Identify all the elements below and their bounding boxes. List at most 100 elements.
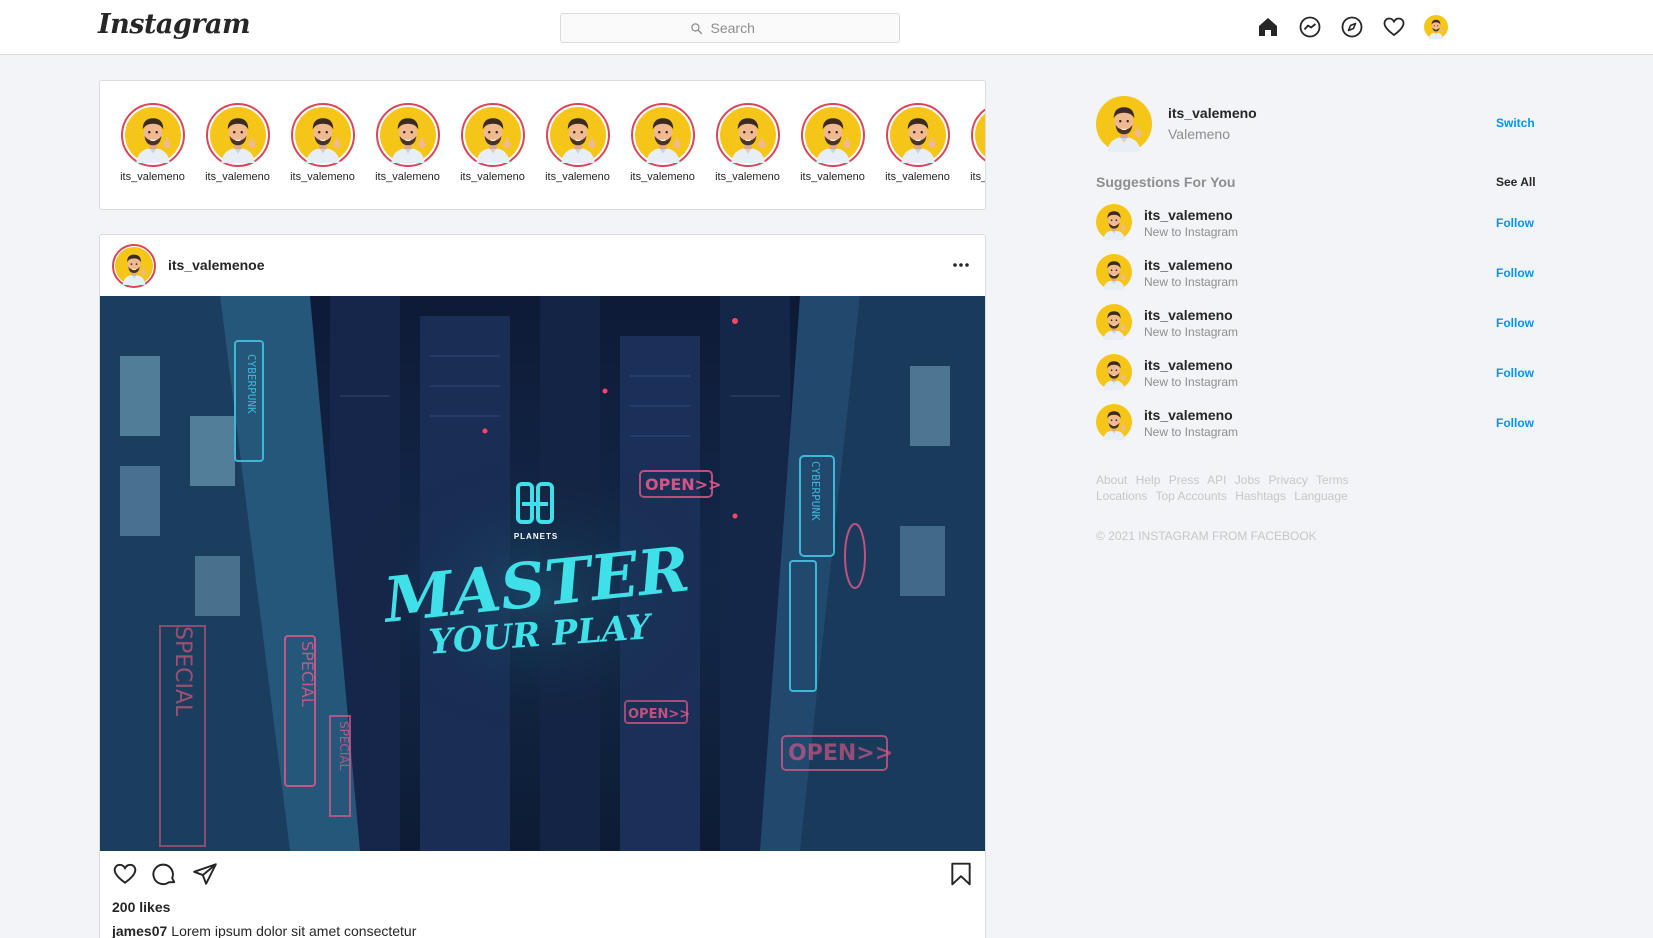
story-username: its_valemeno	[205, 171, 270, 183]
suggestion-item: its_valemeno New to Instagram Follow	[1096, 304, 1536, 340]
story-username: its_valemeno	[120, 171, 185, 183]
messenger-icon[interactable]	[1297, 14, 1323, 40]
footer-link-terms[interactable]: Terms	[1316, 473, 1349, 487]
footer-link-top-accounts[interactable]: Top Accounts	[1156, 489, 1227, 503]
story-avatar	[630, 103, 695, 167]
profile-avatar[interactable]	[1423, 14, 1449, 40]
footer-link-help[interactable]: Help	[1136, 473, 1161, 487]
follow-button[interactable]: Follow	[1496, 416, 1534, 430]
post-actions	[100, 857, 985, 897]
suggestion-subtitle: New to Instagram	[1144, 225, 1239, 239]
story-item[interactable]: its_valemeno	[110, 103, 195, 183]
follow-button[interactable]: Follow	[1496, 266, 1534, 280]
follow-button[interactable]: Follow	[1496, 366, 1534, 380]
post-author-username[interactable]: its_valemenoe	[168, 257, 265, 273]
suggestion-item: its_valemeno New to Instagram Follow	[1096, 254, 1536, 290]
story-username: its_valemeno	[375, 171, 440, 183]
like-heart-icon[interactable]	[112, 861, 140, 889]
story-item[interactable]: its_valemeno	[535, 103, 620, 183]
nav-icons	[1255, 14, 1465, 40]
neon-sign: CYBERPUNK	[245, 354, 258, 414]
story-username: its_valemeno	[800, 171, 865, 183]
suggestion-avatar[interactable]	[1096, 254, 1132, 290]
suggestion-username[interactable]: its_valemeno	[1144, 207, 1233, 223]
suggestion-avatar[interactable]	[1096, 404, 1132, 440]
neon-sign: SPECIAL	[170, 626, 195, 717]
suggestion-username[interactable]: its_valemeno	[1144, 357, 1233, 373]
footer-link-jobs[interactable]: Jobs	[1235, 473, 1260, 487]
story-item[interactable]: its_valemeno	[960, 103, 985, 183]
story-username: its_valemeno	[715, 171, 780, 183]
switch-account-button[interactable]: Switch	[1496, 116, 1535, 130]
post-header: its_valemenoe	[100, 235, 985, 297]
follow-button[interactable]: Follow	[1496, 216, 1534, 230]
story-username: its_valemeno	[545, 171, 610, 183]
suggestion-item: its_valemeno New to Instagram Follow	[1096, 354, 1536, 390]
search-box[interactable]	[560, 13, 900, 43]
suggestion-subtitle: New to Instagram	[1144, 425, 1239, 439]
stories-tray: its_valemeno its_valemeno its_valemeno i…	[99, 80, 986, 210]
story-avatar	[545, 103, 610, 167]
neon-sign: OPEN>>	[645, 475, 721, 494]
explore-icon[interactable]	[1339, 14, 1365, 40]
suggestion-subtitle: New to Instagram	[1144, 325, 1239, 339]
suggestion-avatar[interactable]	[1096, 204, 1132, 240]
neon-sign: OPEN>>	[788, 741, 893, 766]
footer-link-about[interactable]: About	[1096, 473, 1127, 487]
comment-icon[interactable]	[152, 861, 180, 889]
suggestion-subtitle: New to Instagram	[1144, 275, 1239, 289]
more-options-icon[interactable]	[949, 253, 973, 277]
instagram-logo[interactable]: Instagram	[98, 9, 251, 40]
footer-link-hashtags[interactable]: Hashtags	[1235, 489, 1286, 503]
share-icon[interactable]	[192, 861, 220, 889]
post-caption: james07 Lorem ipsum dolor sit amet consec…	[112, 923, 416, 938]
current-user-username[interactable]: its_valemeno	[1168, 105, 1257, 121]
suggestion-avatar[interactable]	[1096, 354, 1132, 390]
post-author-avatar[interactable]	[112, 244, 156, 288]
suggestion-avatar[interactable]	[1096, 304, 1132, 340]
suggestion-username[interactable]: its_valemeno	[1144, 307, 1233, 323]
story-avatar	[800, 103, 865, 167]
suggestion-item: its_valemeno New to Instagram Follow	[1096, 204, 1536, 240]
story-item[interactable]: its_valemeno	[365, 103, 450, 183]
story-item[interactable]: its_valemeno	[790, 103, 875, 183]
suggestion-username[interactable]: its_valemeno	[1144, 407, 1233, 423]
footer-link-locations[interactable]: Locations	[1096, 489, 1147, 503]
top-navigation-bar: Instagram	[0, 0, 1653, 55]
footer-link-language[interactable]: Language	[1294, 489, 1347, 503]
story-username: its_valemeno	[885, 171, 950, 183]
story-item[interactable]: its_valemeno	[875, 103, 960, 183]
planets-brand: PLANETS	[514, 532, 558, 541]
story-avatar	[715, 103, 780, 167]
see-all-button[interactable]: See All	[1496, 175, 1536, 189]
story-avatar	[375, 103, 440, 167]
story-avatar	[885, 103, 950, 167]
story-username: its_valemeno	[970, 171, 985, 183]
current-user-name: Valemeno	[1168, 126, 1231, 142]
current-user-avatar[interactable]	[1096, 96, 1152, 152]
home-icon[interactable]	[1255, 14, 1281, 40]
follow-button[interactable]: Follow	[1496, 316, 1534, 330]
footer-link-api[interactable]: API	[1207, 473, 1226, 487]
caption-username[interactable]: james07	[112, 923, 167, 938]
story-item[interactable]: its_valemeno	[195, 103, 280, 183]
post-image[interactable]: CYBERPUNK OPEN>> SPECIAL SPECIAL OPEN>> …	[100, 296, 985, 851]
search-input[interactable]	[710, 20, 771, 36]
search-icon	[690, 22, 702, 34]
story-avatar	[460, 103, 525, 167]
story-item[interactable]: its_valemeno	[620, 103, 705, 183]
suggestion-username[interactable]: its_valemeno	[1144, 257, 1233, 273]
story-item[interactable]: its_valemeno	[705, 103, 790, 183]
feed-post: its_valemenoe CYBERPUNK OPEN>> SPECIAL S…	[99, 234, 986, 938]
footer-link-privacy[interactable]: Privacy	[1268, 473, 1307, 487]
neon-sign: SPECIAL	[298, 641, 317, 707]
neon-sign: CYBERPUNK	[809, 461, 822, 521]
footer-links: About Help Press API Jobs Privacy Terms …	[1096, 472, 1356, 504]
heart-icon[interactable]	[1381, 14, 1407, 40]
bookmark-icon[interactable]	[948, 861, 976, 889]
likes-count[interactable]: 200 likes	[112, 899, 170, 915]
story-item[interactable]: its_valemeno	[450, 103, 535, 183]
story-avatar	[205, 103, 270, 167]
story-item[interactable]: its_valemeno	[280, 103, 365, 183]
footer-link-press[interactable]: Press	[1169, 473, 1200, 487]
